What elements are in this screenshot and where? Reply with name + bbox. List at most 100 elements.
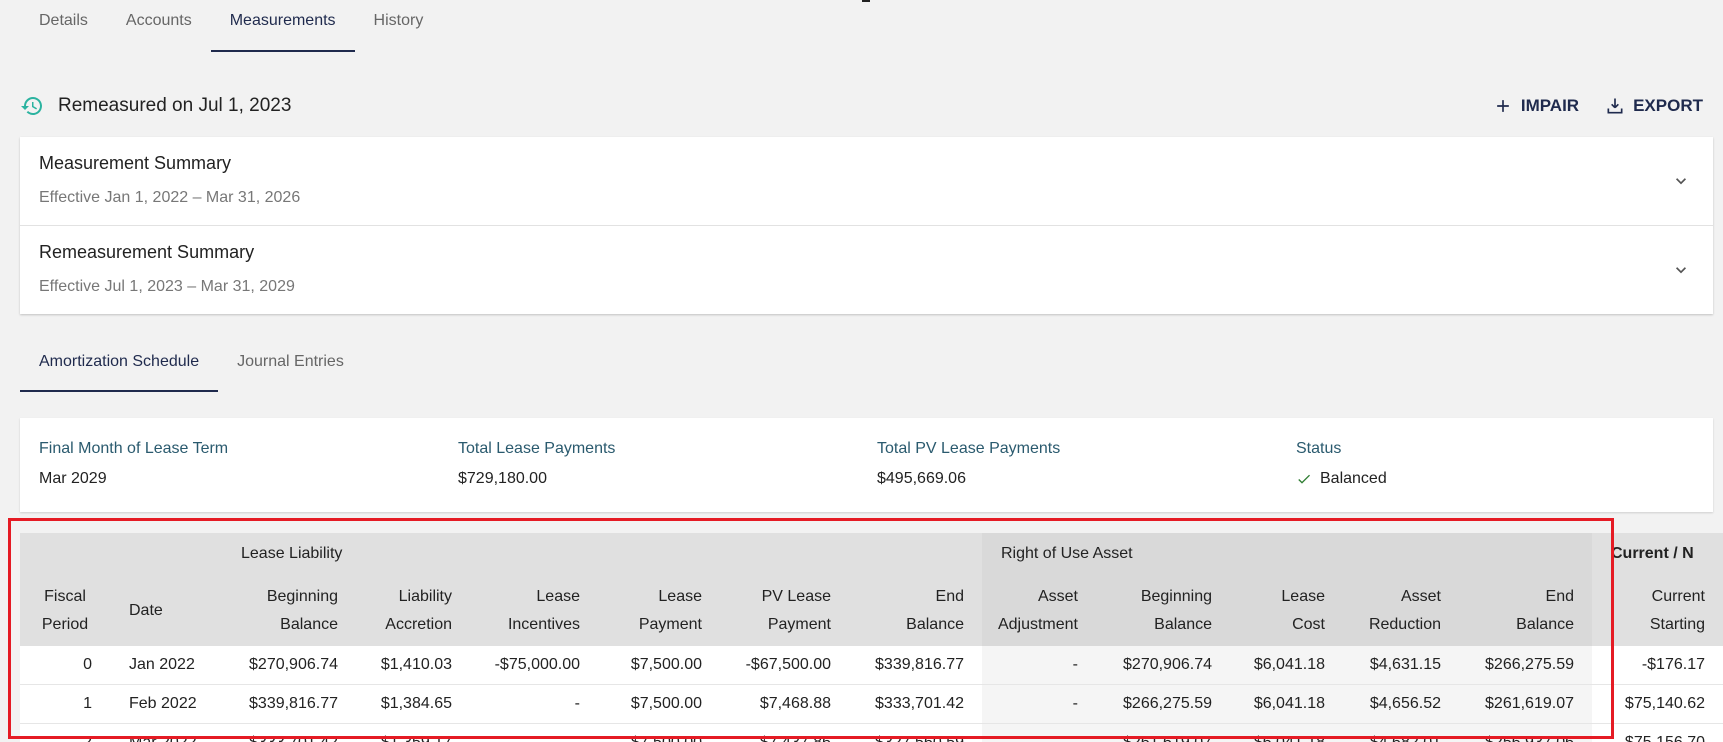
export-label: EXPORT [1633, 96, 1703, 115]
table-cell: $270,906.74 [1096, 646, 1230, 685]
table-cell: $7,500.00 [598, 723, 720, 742]
stat-total-lease-payments: Total Lease Payments $729,180.00 [458, 440, 615, 488]
stat-final-month: Final Month of Lease Term Mar 2029 [39, 440, 228, 488]
table-cell: $4,631.15 [1343, 646, 1459, 685]
impair-button[interactable]: IMPAIR [1493, 96, 1579, 116]
table-cell: $1,410.03 [356, 646, 470, 685]
table-cell: $1,359.17 [356, 723, 470, 742]
summary-title: Remeasurement Summary [39, 242, 255, 262]
history-icon [21, 97, 42, 115]
divider [862, 0, 870, 2]
tab-details[interactable]: Details [20, 0, 107, 50]
table-cell: $333,701.42 [220, 723, 356, 742]
table-cell: - [470, 723, 598, 742]
col-pv-lease-payment[interactable]: PV Lease Payment [762, 588, 831, 633]
check-icon [1298, 474, 1310, 484]
table-cell: $261,619.07 [1459, 684, 1592, 724]
table-cell: - [982, 646, 1096, 685]
col-date[interactable]: Date [129, 602, 163, 619]
group-lease-liability: Lease Liability [241, 545, 343, 562]
col-fiscal-period[interactable]: Fiscal Period [42, 588, 88, 633]
table-cell: $4,682.01 [1343, 723, 1459, 742]
measurement-summary[interactable]: Measurement Summary Effective Jan 1, 202… [20, 137, 1713, 226]
table-cell: Jan 2022 [110, 646, 220, 685]
table-cell: 1 [20, 684, 110, 724]
col-asset-reduction[interactable]: Asset Reduction [1369, 588, 1441, 633]
stat-status: Status Balanced [1296, 440, 1387, 488]
table-cell: $256,937.06 [1459, 723, 1592, 742]
table-cell: $266,275.59 [1096, 684, 1230, 724]
remeasurement-summary[interactable]: Remeasurement Summary Effective Jul 1, 2… [20, 226, 1713, 314]
table-cell: - [982, 723, 1096, 742]
table-cell: $7,500.00 [598, 684, 720, 724]
table-cell: 0 [20, 646, 110, 685]
table-cell: $266,275.59 [1459, 646, 1592, 685]
table-cell: $339,816.77 [849, 646, 982, 685]
chevron-down-icon[interactable] [1671, 260, 1691, 280]
col-lease-incentives[interactable]: Lease Incentives [508, 588, 580, 633]
table-cell: $75,156.70 [1592, 723, 1723, 742]
col-asset-adjustment[interactable]: Asset Adjustment [998, 588, 1078, 633]
column-header-row: Fiscal Period Date Beginning Balance Liabi… [20, 575, 1723, 646]
summary-subtitle: Effective Jul 1, 2023 – Mar 31, 2029 [39, 278, 295, 295]
plus-icon [1497, 100, 1509, 112]
tab-amortization-schedule[interactable]: Amortization Schedule [20, 342, 219, 392]
tab-history[interactable]: History [355, 0, 443, 50]
tab-accounts[interactable]: Accounts [107, 0, 211, 50]
col-current-starting[interactable]: Current Starting [1650, 588, 1705, 633]
table-cell: $6,041.18 [1230, 723, 1343, 742]
tab-journal-entries[interactable]: Journal Entries [218, 342, 363, 390]
table-cell: $270,906.74 [220, 646, 356, 685]
table-cell: $7,437.86 [720, 723, 849, 742]
table-cell: $7,500.00 [598, 646, 720, 685]
impair-label: IMPAIR [1520, 96, 1580, 115]
table-cell: $333,701.42 [849, 684, 982, 724]
table-row[interactable]: 1 Feb 2022 $339,816.77 $1,384.65- $7,500.00 $… [20, 684, 1723, 724]
summary-accordion: Measurement Summary Effective Jan 1, 202… [20, 137, 1713, 314]
table-row[interactable]: 0 Jan 2022 $270,906.74 $1,410.03 -$75,000.00… [20, 646, 1723, 685]
remeasured-text: Remeasured on Jul 1, 2023 [58, 95, 292, 116]
table-cell: $7,468.88 [720, 684, 849, 724]
amortization-table: Lease Liability Right of Use Asset Curre… [20, 533, 1723, 742]
col-rou-beginning-balance[interactable]: Beginning Balance [1141, 588, 1212, 633]
export-button[interactable]: EXPORT [1605, 96, 1703, 116]
stat-label: Total Lease Payments [458, 440, 616, 457]
table-cell: $75,140.62 [1592, 684, 1723, 724]
remeasured-header: Remeasured on Jul 1, 2023 [20, 94, 291, 118]
sub-tabs: Amortization Schedule Journal Entries [20, 342, 363, 392]
group-right-of-use-asset: Right of Use Asset [982, 533, 1592, 575]
summary-title: Measurement Summary [39, 153, 232, 173]
table-cell: Mar 2022 [110, 723, 220, 742]
lease-stats: Final Month of Lease Term Mar 2029 Total… [20, 418, 1713, 512]
table-cell: $1,384.65 [356, 684, 470, 724]
stat-value: $729,180.00 [458, 470, 547, 487]
table-cell: $4,656.52 [1343, 684, 1459, 724]
stat-label: Final Month of Lease Term [39, 440, 229, 457]
chevron-down-icon[interactable] [1671, 171, 1691, 191]
stat-value: $495,669.06 [877, 470, 966, 487]
table-cell: Feb 2022 [110, 684, 220, 724]
tab-measurements[interactable]: Measurements [210, 0, 355, 52]
col-rou-end-balance[interactable]: End Balance [1516, 588, 1574, 633]
stat-label: Status [1296, 440, 1342, 457]
stat-label: Total PV Lease Payments [877, 440, 1061, 457]
table-cell: - [982, 684, 1096, 724]
group-header-row: Lease Liability Right of Use Asset Curre… [20, 533, 1723, 575]
col-lease-payment[interactable]: Lease Payment [639, 588, 702, 633]
table-cell: -$176.17 [1592, 646, 1723, 685]
status-value: Balanced [1320, 470, 1387, 487]
table-cell: -$75,000.00 [470, 646, 598, 685]
col-end-balance[interactable]: End Balance [906, 588, 964, 633]
table-cell: 2 [20, 723, 110, 742]
table-row[interactable]: 2Mar 2022$333,701.42$1,359.17-$7,500.00$… [20, 723, 1723, 742]
col-liability-accretion[interactable]: Liability Accretion [385, 588, 452, 633]
table-cell: $339,816.77 [220, 684, 356, 724]
download-icon [1607, 98, 1623, 114]
col-beginning-balance[interactable]: Beginning Balance [267, 588, 338, 633]
table-cell: $327,560.59 [849, 723, 982, 742]
top-tabs: Details Accounts Measurements History [20, 0, 443, 52]
summary-subtitle: Effective Jan 1, 2022 – Mar 31, 2026 [39, 189, 301, 206]
table-cell: - [470, 684, 598, 724]
col-lease-cost[interactable]: Lease Cost [1281, 588, 1325, 633]
header-actions: IMPAIR EXPORT [1493, 96, 1703, 116]
